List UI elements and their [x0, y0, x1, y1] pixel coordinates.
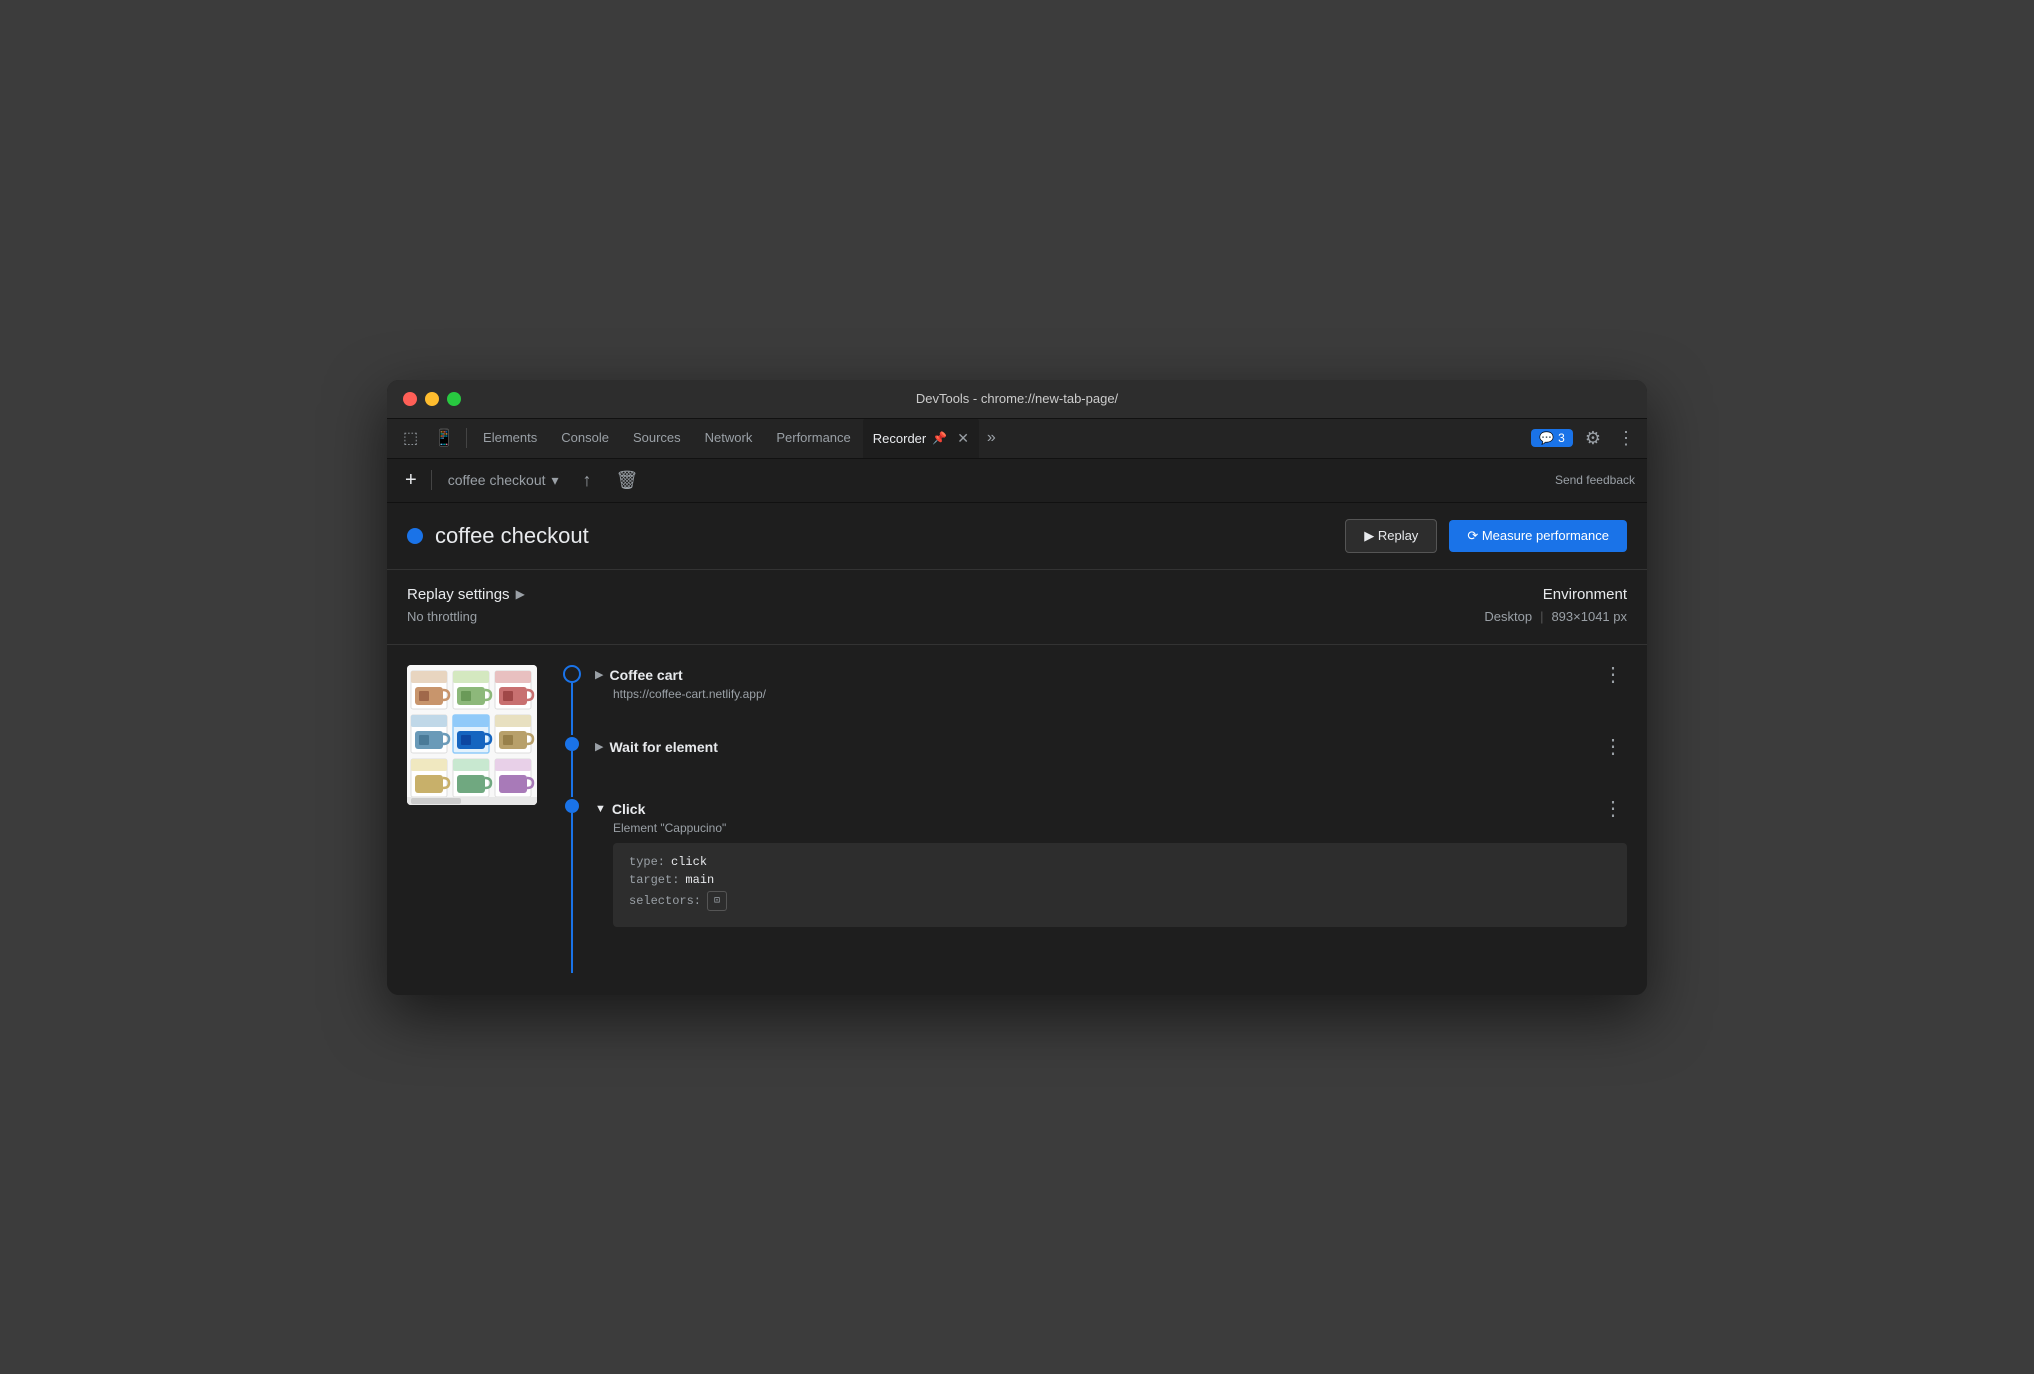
environment-label: Environment	[1484, 586, 1627, 603]
minimize-button[interactable]	[425, 392, 439, 406]
timeline-steps: ▶ Coffee cart ⋮ https://coffee-cart.netl…	[557, 665, 1627, 975]
screenshot-preview	[407, 665, 537, 805]
settings-arrow-icon: ▶	[516, 587, 525, 601]
recording-title: coffee checkout	[435, 523, 1333, 549]
step-1-name: Coffee cart	[609, 667, 682, 683]
add-recording-button[interactable]: +	[399, 467, 423, 494]
recording-indicator	[407, 528, 423, 544]
step-wait: ▶ Wait for element ⋮	[557, 737, 1627, 797]
tab-performance[interactable]: Performance	[764, 418, 862, 458]
step-click: ▼ Click ⋮ Element "Cappucino" type: clic…	[557, 799, 1627, 973]
step-1-more-button[interactable]: ⋮	[1599, 665, 1627, 685]
code-type-key: type:	[629, 855, 665, 869]
window-title: DevTools - chrome://new-tab-page/	[916, 391, 1118, 406]
maximize-button[interactable]	[447, 392, 461, 406]
tab-sources[interactable]: Sources	[621, 418, 693, 458]
settings-right: Environment Desktop | 893×1041 px	[1484, 586, 1627, 624]
tab-network[interactable]: Network	[693, 418, 765, 458]
step-1-url: https://coffee-cart.netlify.app/	[595, 687, 1627, 701]
code-selectors-line: selectors: ⊡	[629, 891, 1611, 911]
step-3-details: Element "Cappucino"	[595, 821, 1627, 835]
notification-badge[interactable]: 💬 3	[1531, 429, 1573, 447]
more-tabs-button[interactable]: »	[979, 421, 1004, 455]
chevron-down-icon: ▾	[552, 472, 559, 489]
environment-value: Desktop | 893×1041 px	[1484, 609, 1627, 624]
tab-right-icons: 💬 3 ⚙ ⋮	[1531, 424, 1639, 453]
code-target-value: main	[685, 873, 714, 887]
devtools-window: DevTools - chrome://new-tab-page/ ⬚ 📱 El…	[387, 380, 1647, 995]
secondary-toolbar: + coffee checkout ▾ ↑ 🗑 Send feedback	[387, 459, 1647, 503]
step-connector-1	[557, 665, 587, 735]
delete-button[interactable]: 🗑	[608, 466, 647, 495]
tab-separator	[466, 428, 467, 448]
step-connector-2	[557, 737, 587, 797]
step-1-header[interactable]: ▶ Coffee cart ⋮	[595, 665, 1627, 685]
step-3-header[interactable]: ▼ Click ⋮	[595, 799, 1627, 819]
step-navigate: ▶ Coffee cart ⋮ https://coffee-cart.netl…	[557, 665, 1627, 735]
recording-header: coffee checkout ▶ Replay ⟳ Measure perfo…	[387, 503, 1647, 570]
step-2-header[interactable]: ▶ Wait for element ⋮	[595, 737, 1627, 757]
pin-icon: 📌	[932, 431, 947, 445]
chat-icon: 💬	[1539, 431, 1554, 445]
close-button[interactable]	[403, 392, 417, 406]
tab-console[interactable]: Console	[549, 418, 621, 458]
step-3-code-block: type: click target: main selectors: ⊡	[613, 843, 1627, 927]
step-1-expand-icon[interactable]: ▶	[595, 668, 603, 681]
toolbar-separator	[431, 470, 432, 490]
step-3-content: ▼ Click ⋮ Element "Cappucino" type: clic…	[587, 799, 1627, 927]
settings-left: Replay settings ▶ No throttling	[407, 586, 1484, 624]
replay-button[interactable]: ▶ Replay	[1345, 519, 1437, 553]
step-2-expand-icon[interactable]: ▶	[595, 740, 603, 753]
step-connector-3	[557, 799, 587, 973]
step-2-more-button[interactable]: ⋮	[1599, 737, 1627, 757]
export-button[interactable]: ↑	[575, 466, 600, 495]
step-3-more-button[interactable]: ⋮	[1599, 799, 1627, 819]
main-content: coffee checkout ▶ Replay ⟳ Measure perfo…	[387, 503, 1647, 995]
tab-recorder[interactable]: Recorder 📌 ✕	[863, 418, 979, 458]
env-separator: |	[1540, 609, 1543, 624]
code-target-line: target: main	[629, 873, 1611, 887]
step-2-name: Wait for element	[609, 739, 717, 755]
settings-icon[interactable]: ⚙	[1581, 424, 1605, 453]
settings-row: Replay settings ▶ No throttling Environm…	[387, 570, 1647, 645]
cursor-icon[interactable]: ⬚	[395, 420, 426, 456]
step-3-name: Click	[612, 801, 645, 817]
code-type-line: type: click	[629, 855, 1611, 869]
title-bar: DevTools - chrome://new-tab-page/	[387, 380, 1647, 419]
recording-selector[interactable]: coffee checkout ▾	[440, 468, 567, 493]
device-icon[interactable]: 📱	[426, 420, 462, 456]
replay-settings-toggle[interactable]: Replay settings ▶	[407, 586, 1484, 603]
throttling-value: No throttling	[407, 609, 1484, 624]
selector-picker-icon[interactable]: ⊡	[707, 891, 727, 911]
traffic-lights	[403, 392, 461, 406]
tab-elements[interactable]: Elements	[471, 418, 549, 458]
code-target-key: target:	[629, 873, 679, 887]
devtools-tabs: ⬚ 📱 Elements Console Sources Network Per…	[387, 419, 1647, 459]
measure-performance-button[interactable]: ⟳ Measure performance	[1449, 520, 1627, 552]
send-feedback-link[interactable]: Send feedback	[1555, 473, 1635, 487]
tab-close-button[interactable]: ✕	[957, 430, 969, 447]
step-3-collapse-icon[interactable]: ▼	[595, 803, 606, 815]
step-1-content: ▶ Coffee cart ⋮ https://coffee-cart.netl…	[587, 665, 1627, 701]
steps-area: ▶ Coffee cart ⋮ https://coffee-cart.netl…	[387, 645, 1647, 995]
step-2-content: ▶ Wait for element ⋮	[587, 737, 1627, 757]
code-selectors-key: selectors:	[629, 894, 701, 908]
more-options-icon[interactable]: ⋮	[1613, 424, 1639, 453]
code-type-value: click	[671, 855, 707, 869]
